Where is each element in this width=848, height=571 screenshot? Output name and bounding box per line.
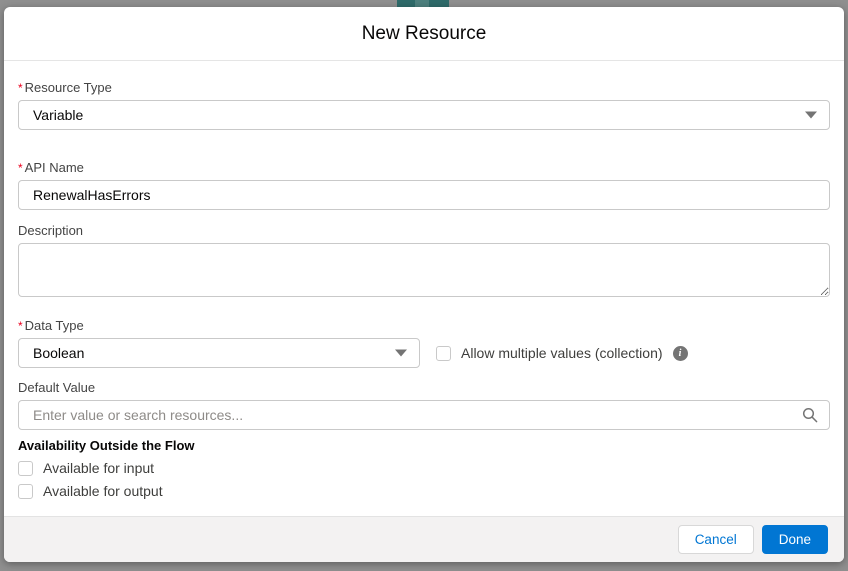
default-value-search-wrap — [18, 400, 830, 430]
api-name-label-text: API Name — [24, 160, 84, 175]
default-value-label-text: Default Value — [18, 380, 96, 395]
required-asterisk: * — [18, 319, 23, 333]
chevron-down-icon — [805, 111, 817, 119]
data-type-combobox-wrap — [18, 338, 420, 368]
required-asterisk: * — [18, 81, 23, 95]
collection-checkbox-label[interactable]: Allow multiple values (collection) — [461, 345, 663, 361]
modal-title: New Resource — [361, 22, 487, 44]
collection-checkbox-group: Allow multiple values (collection) i — [436, 345, 688, 361]
data-type-row: Allow multiple values (collection) i — [18, 338, 830, 368]
modal-body: *Resource Type *API Name Description *Da… — [4, 61, 844, 516]
cancel-button[interactable]: Cancel — [677, 525, 754, 554]
modal-footer: Cancel Done — [4, 516, 844, 562]
description-label-text: Description — [18, 223, 84, 238]
available-for-input-option: Available for input — [18, 460, 830, 476]
available-for-output-option: Available for output — [18, 483, 830, 499]
background-flow-element-highlight — [415, 0, 429, 7]
modal-header: New Resource — [4, 7, 844, 61]
default-value-label: Default Value — [18, 380, 830, 395]
info-icon[interactable]: i — [672, 345, 688, 361]
available-for-input-checkbox[interactable] — [18, 460, 33, 476]
data-type-combobox[interactable] — [18, 338, 420, 368]
resource-type-combobox[interactable] — [18, 100, 830, 130]
description-textarea[interactable] — [18, 243, 830, 297]
chevron-down-icon — [395, 349, 407, 357]
data-type-label: * Data Type — [18, 318, 830, 333]
available-for-output-label[interactable]: Available for output — [43, 483, 163, 499]
resource-type-combobox-wrap — [18, 100, 830, 130]
description-label: Description — [18, 223, 830, 238]
data-type-label-text: Data Type — [24, 318, 84, 333]
required-asterisk: * — [18, 161, 23, 175]
available-for-output-checkbox[interactable] — [18, 483, 33, 499]
api-name-label: * API Name — [18, 160, 830, 175]
search-icon — [802, 407, 818, 423]
collection-checkbox[interactable] — [436, 345, 451, 361]
available-for-input-label[interactable]: Available for input — [43, 460, 154, 476]
background-flow-element — [397, 0, 449, 7]
api-name-input[interactable] — [18, 180, 830, 210]
new-resource-modal: New Resource *Resource Type *API Name De… — [4, 7, 844, 562]
resource-type-label: * Resource Type — [18, 80, 830, 95]
resource-type-label-text: Resource Type — [24, 80, 112, 95]
availability-heading: Availability Outside the Flow — [18, 438, 195, 453]
done-button[interactable]: Done — [761, 525, 828, 554]
default-value-search-input[interactable] — [18, 400, 830, 430]
